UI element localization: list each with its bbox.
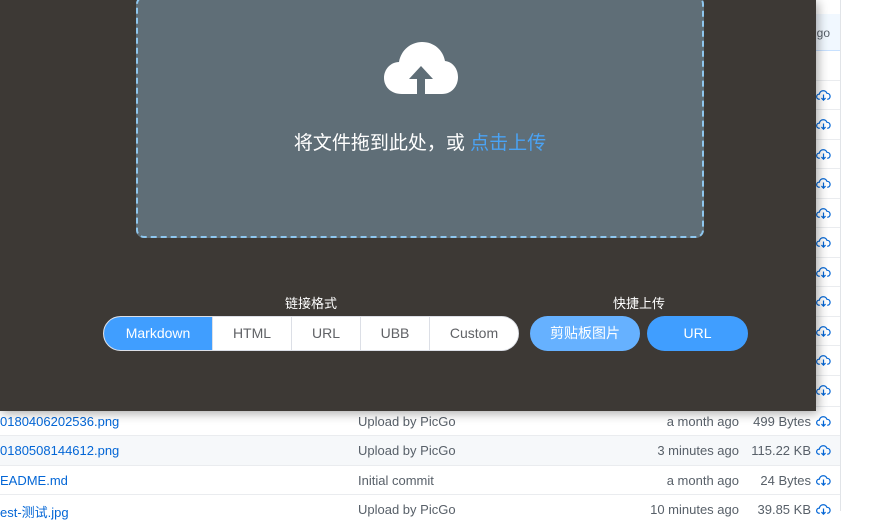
file-name-link[interactable]: 0180508144612.png xyxy=(0,443,119,458)
file-name-link[interactable]: EADME.md xyxy=(0,473,68,488)
download-cloud-icon[interactable] xyxy=(816,474,831,486)
format-url-button[interactable]: URL xyxy=(291,317,360,350)
commit-age: a month ago xyxy=(666,414,739,429)
download-cloud-icon[interactable] xyxy=(816,415,831,427)
commit-age: 10 minutes ago xyxy=(650,502,739,517)
download-cloud-icon[interactable] xyxy=(816,444,831,456)
file-size: 24 Bytes xyxy=(760,473,811,488)
file-size: 39.85 KB xyxy=(757,502,812,517)
download-cloud-icon[interactable] xyxy=(816,384,831,396)
commit-message-link[interactable]: Upload by PicGo xyxy=(358,502,456,517)
clipboard-image-upload-button[interactable]: 剪贴板图片 xyxy=(530,316,640,351)
download-cloud-icon[interactable] xyxy=(816,89,831,101)
file-row: EADME.md Initial commit a month ago 24 B… xyxy=(0,465,840,495)
commit-age: 3 minutes ago xyxy=(657,443,739,458)
commit-age: a month ago xyxy=(666,473,739,488)
upload-cloud-icon xyxy=(384,42,458,94)
download-cloud-icon[interactable] xyxy=(816,354,831,366)
download-cloud-icon[interactable] xyxy=(816,236,831,248)
quick-upload-label: 快捷上传 xyxy=(612,296,665,311)
link-format-selector: Markdown HTML URL UBB Custom xyxy=(103,316,519,351)
commit-age: go xyxy=(816,26,830,40)
format-custom-button[interactable]: Custom xyxy=(429,317,518,350)
format-markdown-button[interactable]: Markdown xyxy=(104,317,212,350)
download-cloud-icon[interactable] xyxy=(816,295,831,307)
file-row: est-测试.jpg Upload by PicGo 10 minutes ag… xyxy=(0,494,840,524)
drop-text-label: 将文件拖到此处，或 xyxy=(293,133,471,154)
download-cloud-icon[interactable] xyxy=(816,325,831,337)
commit-message-link[interactable]: Initial commit xyxy=(358,473,434,488)
download-cloud-icon[interactable] xyxy=(816,177,831,189)
file-name-link[interactable]: est-测试.jpg xyxy=(0,502,69,521)
file-size: 115.22 KB xyxy=(751,443,811,458)
commit-message-link[interactable]: Upload by PicGo xyxy=(358,443,456,458)
format-ubb-button[interactable]: UBB xyxy=(360,317,429,350)
download-cloud-icon[interactable] xyxy=(816,118,831,130)
file-name-link[interactable]: 0180406202536.png xyxy=(0,414,119,429)
file-size: 499 Bytes xyxy=(753,414,811,429)
commit-message-link[interactable]: Upload by PicGo xyxy=(358,414,456,429)
drop-instructions: 将文件拖到此处，或 点击上传 xyxy=(138,128,702,155)
upload-drop-zone[interactable]: 将文件拖到此处，或 点击上传 xyxy=(136,0,704,238)
download-cloud-icon[interactable] xyxy=(816,503,831,515)
download-cloud-icon[interactable] xyxy=(816,148,831,160)
download-cloud-icon[interactable] xyxy=(816,207,831,219)
link-format-label: 链接格式 xyxy=(284,296,337,311)
download-cloud-icon[interactable] xyxy=(816,266,831,278)
format-html-button[interactable]: HTML xyxy=(212,317,291,350)
upload-panel: 将文件拖到此处，或 点击上传 链接格式 Markdown HTML URL UB… xyxy=(0,0,816,411)
url-upload-button[interactable]: URL xyxy=(647,316,748,351)
click-to-upload-link[interactable]: 点击上传 xyxy=(470,133,546,154)
file-row: 0180508144612.png Upload by PicGo 3 minu… xyxy=(0,435,840,465)
